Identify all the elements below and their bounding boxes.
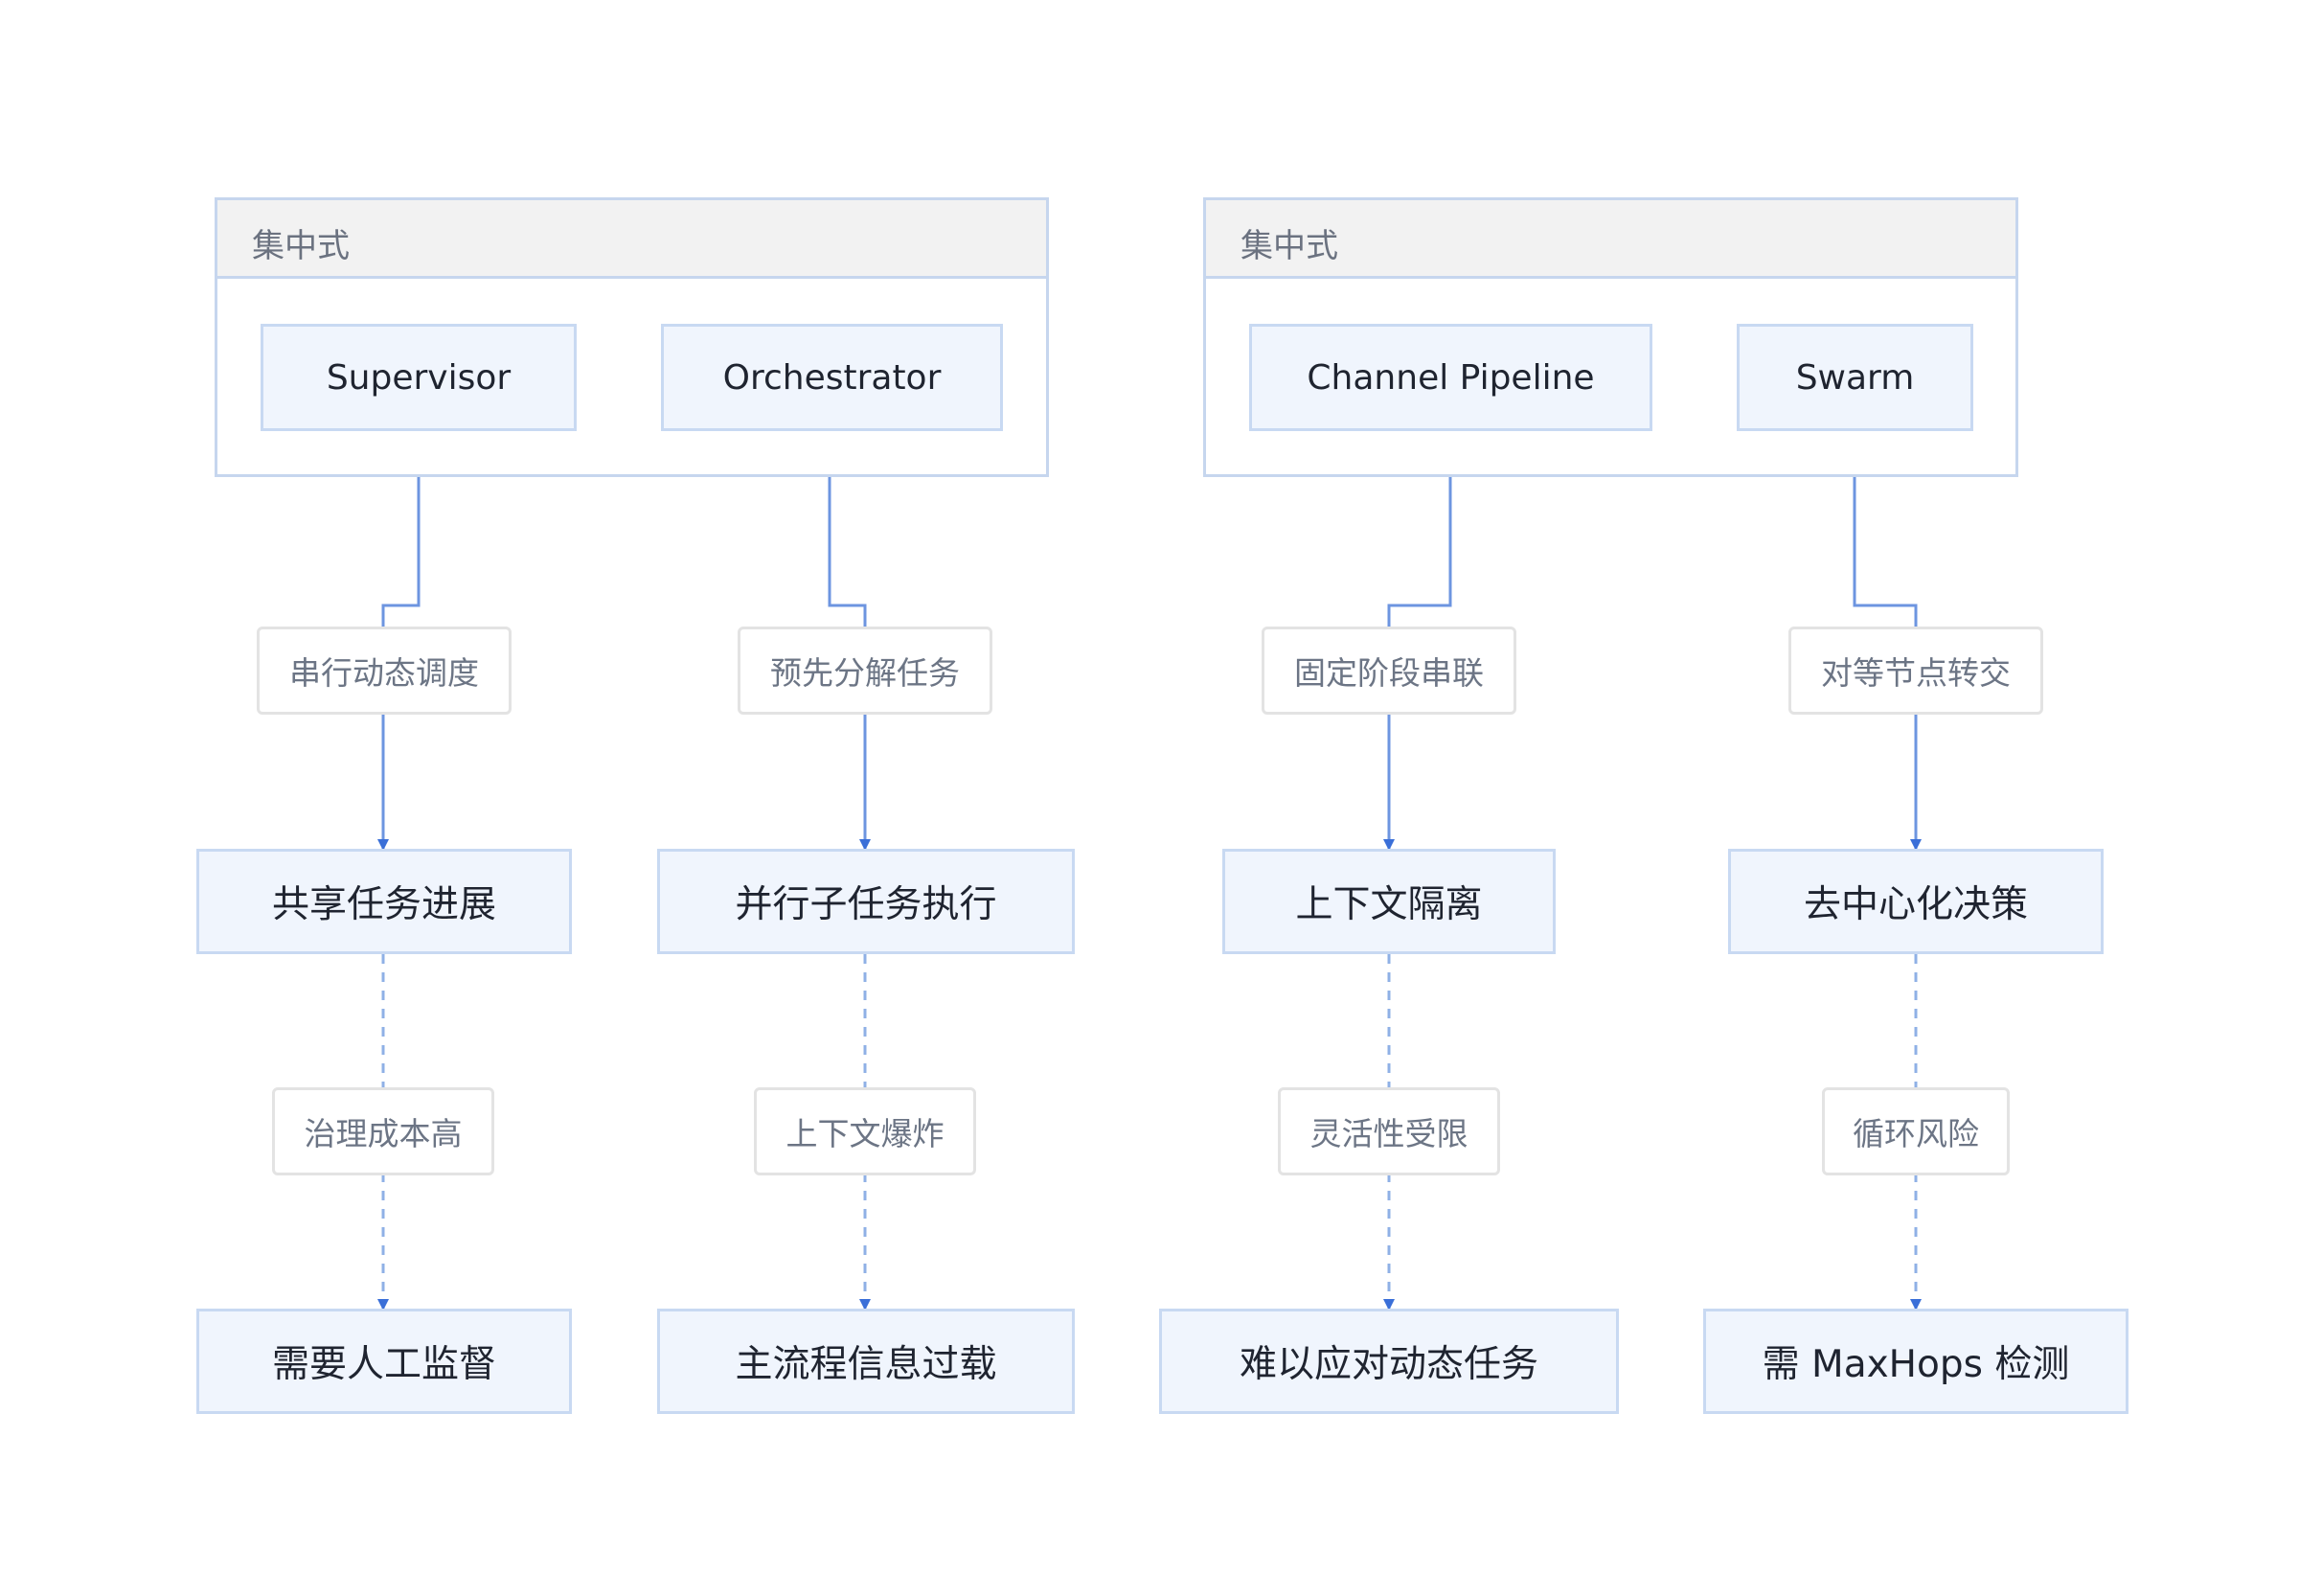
edge-label-pre-decompose-tasks: 预先分解任务	[738, 627, 992, 715]
node-decentralized-decision[interactable]: 去中心化决策	[1728, 849, 2104, 954]
edge-label-context-explosion: 上下文爆炸	[754, 1087, 976, 1175]
node-context-isolation[interactable]: 上下文隔离	[1222, 849, 1556, 954]
architecture-diagram: 集中式 集中式 Supervisor Orchestrator Channel …	[0, 0, 2299, 1596]
node-parallel-subtask-execution[interactable]: 并行子任务执行	[657, 849, 1075, 954]
edge-label-peer-handoff: 对等节点转交	[1788, 627, 2043, 715]
node-channel-pipeline[interactable]: Channel Pipeline	[1249, 324, 1652, 431]
edge-label-loop-risk: 循环风险	[1822, 1087, 2010, 1175]
group-header: 集中式	[1206, 200, 2015, 279]
edge-label-fixed-stage-chaining: 固定阶段串联	[1262, 627, 1516, 715]
node-main-flow-info-overload[interactable]: 主流程信息过载	[657, 1309, 1075, 1414]
group-title: 集中式	[252, 227, 350, 265]
group-title: 集中式	[1241, 227, 1338, 265]
node-needs-human-supervision[interactable]: 需要人工监督	[196, 1309, 572, 1414]
node-shared-task-progress[interactable]: 共享任务进展	[196, 849, 572, 954]
edge-label-serial-dynamic-scheduling: 串行动态调度	[257, 627, 512, 715]
edge-label-limited-flexibility: 灵活性受限	[1278, 1087, 1500, 1175]
node-orchestrator[interactable]: Orchestrator	[661, 324, 1003, 431]
node-swarm[interactable]: Swarm	[1737, 324, 1973, 431]
node-needs-maxhops-detection[interactable]: 需 MaxHops 检测	[1703, 1309, 2128, 1414]
node-supervisor[interactable]: Supervisor	[261, 324, 577, 431]
edge-label-high-governance-cost: 治理成本高	[272, 1087, 494, 1175]
node-hard-to-handle-dynamic-tasks[interactable]: 难以应对动态任务	[1159, 1309, 1619, 1414]
group-header: 集中式	[217, 200, 1046, 279]
